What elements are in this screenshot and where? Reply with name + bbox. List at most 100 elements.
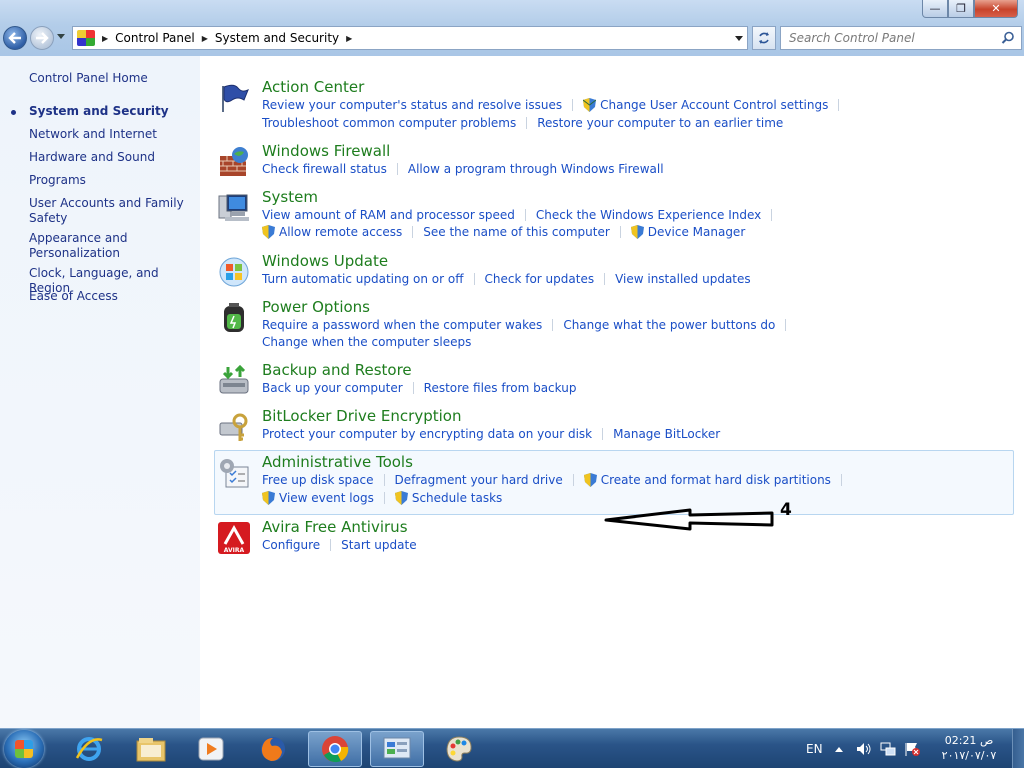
category-link[interactable]: Back up your computer	[262, 381, 403, 395]
minimize-button[interactable]: —	[922, 0, 948, 18]
category-link[interactable]: See the name of this computer	[423, 225, 610, 239]
internet-explorer-icon	[75, 737, 103, 761]
show-desktop-button[interactable]	[1012, 729, 1024, 768]
taskbar-chrome[interactable]	[308, 731, 362, 767]
category-title[interactable]: Backup and Restore	[262, 361, 412, 379]
language-indicator[interactable]: EN	[806, 729, 823, 768]
category-link[interactable]: Allow remote access	[279, 225, 402, 239]
category-link[interactable]: Check for updates	[485, 272, 595, 286]
category-link[interactable]: Manage BitLocker	[613, 427, 720, 441]
start-button[interactable]	[4, 730, 44, 768]
category-title[interactable]: Power Options	[262, 298, 370, 316]
address-bar[interactable]: ▶ Control Panel ▶ System and Security ▶	[72, 26, 748, 50]
link-separator	[383, 474, 385, 486]
sidebar-item-user-accounts[interactable]: User Accounts and Family Safety	[29, 196, 194, 226]
sidebar-item-programs[interactable]: Programs	[29, 173, 194, 188]
taskbar-media-player[interactable]	[184, 731, 238, 767]
breadcrumb-control-panel[interactable]: Control Panel	[115, 31, 195, 45]
sidebar-item-system-and-security[interactable]: System and Security	[29, 104, 194, 119]
breadcrumb-system-and-security[interactable]: System and Security	[215, 31, 339, 45]
category-link[interactable]: Check the Windows Experience Index	[536, 208, 761, 222]
category-title[interactable]: BitLocker Drive Encryption	[262, 407, 461, 425]
category-link[interactable]: Protect your computer by encrypting data…	[262, 427, 592, 441]
category-title[interactable]: Windows Firewall	[262, 142, 390, 160]
network-tray[interactable]	[880, 729, 896, 768]
chevron-right-icon[interactable]: ▶	[102, 34, 108, 43]
category-link[interactable]: Defragment your hard drive	[395, 473, 563, 487]
clock-date: ٢٠١٧/٠٧/٠٧	[941, 749, 997, 762]
sidebar-item-network-and-internet[interactable]: Network and Internet	[29, 127, 194, 142]
category-link[interactable]: Schedule tasks	[412, 491, 502, 505]
category-link[interactable]: Change User Account Control settings	[600, 98, 828, 112]
avira-logo-text: AVIRA	[224, 547, 245, 554]
taskbar-internet-explorer[interactable]	[62, 731, 116, 767]
search-input[interactable]: Search Control Panel	[780, 26, 1022, 50]
category-link[interactable]: View installed updates	[615, 272, 751, 286]
category-link[interactable]: Free up disk space	[262, 473, 374, 487]
window-controls: — ❐ ✕	[922, 0, 1018, 20]
category-link[interactable]: Restore your computer to an earlier time	[537, 116, 783, 130]
annotation-arrow	[604, 508, 774, 531]
recent-pages-dropdown[interactable]	[57, 34, 65, 39]
close-button[interactable]: ✕	[974, 0, 1018, 18]
category-link[interactable]: Restore files from backup	[424, 381, 577, 395]
back-button[interactable]	[3, 26, 27, 50]
category-link[interactable]: Allow a program through Windows Firewall	[408, 162, 664, 176]
taskbar-explorer[interactable]	[124, 731, 178, 767]
category-link[interactable]: Device Manager	[648, 225, 745, 239]
category-link[interactable]: Change what the power buttons do	[563, 318, 775, 332]
address-dropdown-icon[interactable]	[735, 36, 743, 41]
category-link[interactable]: Review your computer's status and resolv…	[262, 98, 562, 112]
category-link[interactable]: Change when the computer sleeps	[262, 335, 471, 349]
refresh-button[interactable]	[752, 26, 776, 50]
chevron-right-icon[interactable]: ▶	[202, 34, 208, 43]
sidebar-item-appearance[interactable]: Appearance and Personalization	[29, 231, 194, 261]
category-title[interactable]: Administrative Tools	[262, 453, 413, 471]
category-title[interactable]: Action Center	[262, 78, 364, 96]
category-link[interactable]: View event logs	[279, 491, 374, 505]
category-title[interactable]: Avira Free Antivirus	[262, 518, 408, 536]
link-row: Require a password when the computer wak…	[262, 318, 796, 332]
link-separator	[785, 319, 787, 331]
action-center-tray[interactable]	[904, 729, 920, 768]
backup-icon	[219, 365, 249, 394]
sidebar-item-hardware-and-sound[interactable]: Hardware and Sound	[29, 150, 194, 165]
flag-warning-icon	[905, 743, 920, 756]
link-separator	[412, 382, 414, 394]
sidebar-item-control-panel-home[interactable]: Control Panel Home	[29, 71, 194, 86]
sidebar-item-ease-of-access[interactable]: Ease of Access	[29, 289, 194, 304]
back-arrow-icon	[8, 32, 21, 44]
maximize-button[interactable]: ❐	[948, 0, 974, 18]
uac-shield-icon	[262, 225, 275, 239]
taskbar-paint[interactable]	[432, 731, 486, 767]
chevron-up-icon	[835, 747, 843, 752]
category-link[interactable]: Require a password when the computer wak…	[262, 318, 542, 332]
category-title[interactable]: Windows Update	[262, 252, 388, 270]
forward-arrow-icon	[36, 32, 49, 44]
control-panel-icon	[77, 30, 95, 46]
uac-shield-icon	[630, 225, 644, 239]
taskbar-firefox[interactable]	[246, 731, 300, 767]
volume-tray[interactable]	[856, 729, 872, 768]
category-link[interactable]: Turn automatic updating on or off	[262, 272, 464, 286]
category-link[interactable]: Troubleshoot common computer problems	[262, 116, 516, 130]
category-link[interactable]: Check firewall status	[262, 162, 387, 176]
link-row: Troubleshoot common computer problems Re…	[262, 116, 783, 130]
link-row: Turn automatic updating on or off Check …	[262, 272, 751, 286]
system-clock[interactable]: 02:21 ص ٢٠١٧/٠٧/٠٧	[936, 733, 1002, 763]
annotation-number: 4	[780, 500, 792, 520]
search-icon[interactable]	[1001, 31, 1015, 45]
link-separator	[524, 209, 526, 221]
forward-button[interactable]	[30, 26, 54, 50]
chevron-right-icon[interactable]: ▶	[346, 34, 352, 43]
category-link[interactable]: Start update	[341, 538, 416, 552]
current-item-bullet	[11, 110, 16, 115]
category-title[interactable]: System	[262, 188, 318, 206]
bitlocker-key-icon	[219, 413, 248, 441]
show-hidden-icons-button[interactable]	[834, 729, 844, 768]
category-link[interactable]: Create and format hard disk partitions	[601, 473, 831, 487]
category-link[interactable]: Configure	[262, 538, 320, 552]
uac-shield-icon	[583, 473, 597, 487]
taskbar-control-panel[interactable]	[370, 731, 424, 767]
category-link[interactable]: View amount of RAM and processor speed	[262, 208, 515, 222]
